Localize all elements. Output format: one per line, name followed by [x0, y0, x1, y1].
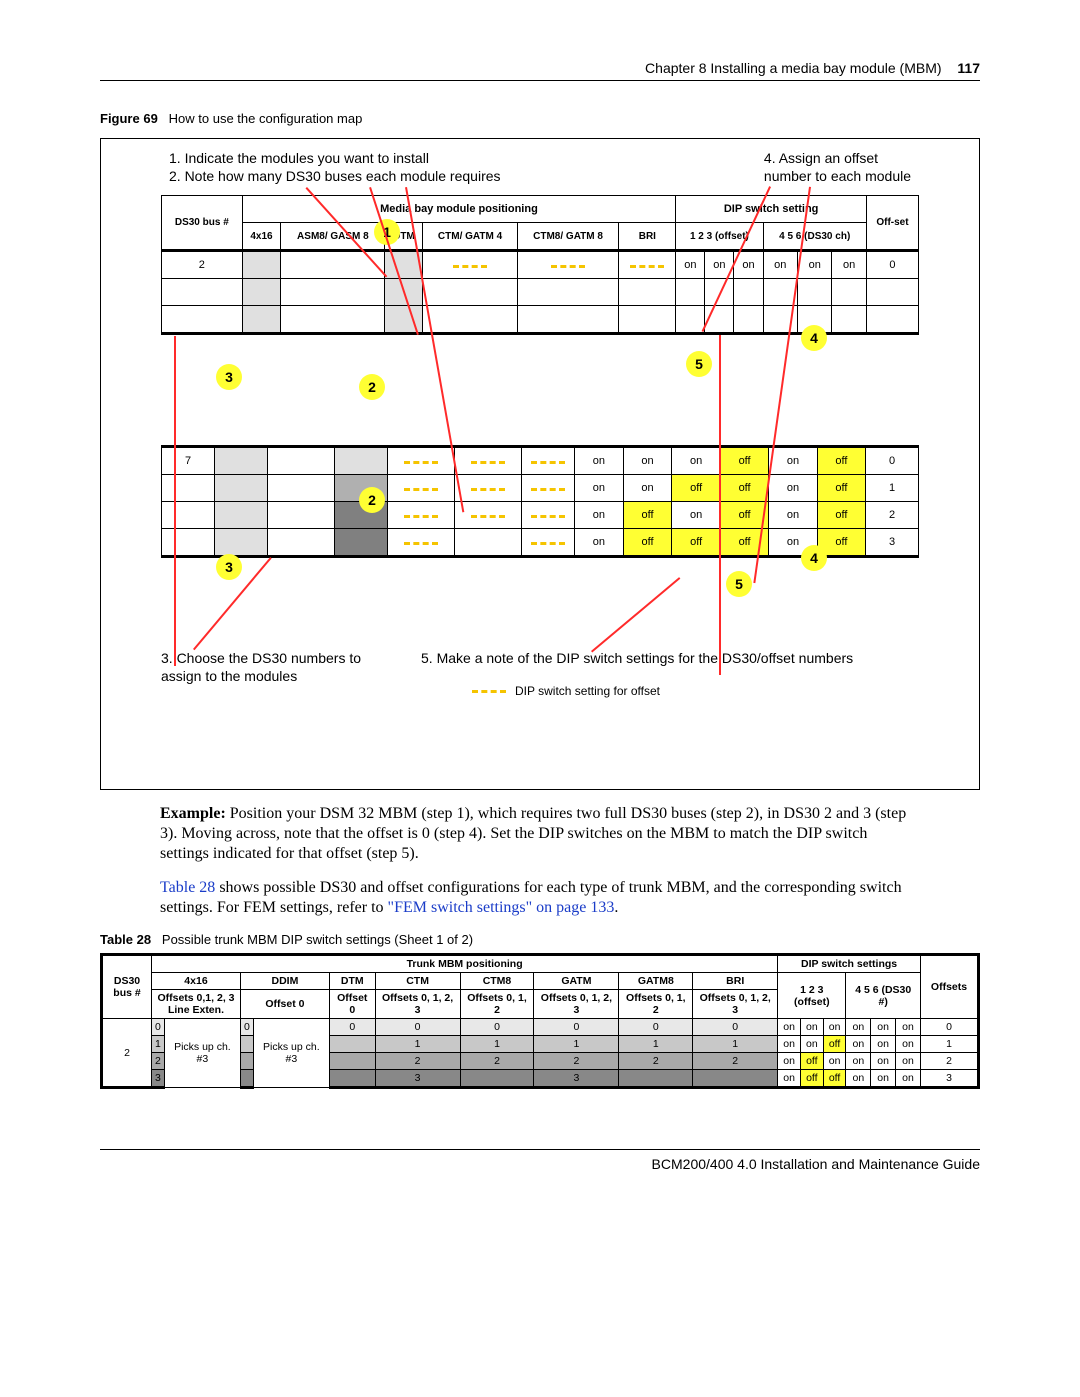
- example-body: Position your DSM 32 MBM (step 1), which…: [160, 805, 906, 862]
- t28-offsets: Offsets: [921, 955, 979, 1019]
- fem-link[interactable]: "FEM switch settings" on page 133: [388, 899, 615, 916]
- hdr-4x16: 4x16: [242, 223, 281, 251]
- hdr-dip: DIP switch setting: [676, 196, 867, 223]
- bubble-3-bot: 3: [216, 554, 242, 580]
- cfg-row-2: 2 ononon ononon 0: [162, 251, 919, 279]
- table28-label: Table 28: [100, 932, 151, 947]
- hdr-offset: Off-set: [866, 196, 918, 251]
- figure69-title: Figure 69 How to use the configuration m…: [100, 111, 980, 126]
- bubble-2-top: 2: [359, 374, 385, 400]
- footer-text: BCM200/400 4.0 Installation and Maintena…: [100, 1156, 980, 1172]
- hdr-ctm4: CTM/ GATM 4: [423, 223, 517, 251]
- arrow-step3-v: [175, 336, 177, 666]
- cfg-row-7-1: ononoff offonoff 1: [162, 475, 919, 502]
- table28-ref[interactable]: Table 28: [160, 879, 215, 896]
- hdr-mbm-pos: Media bay module positioning: [242, 196, 676, 223]
- t28-row-0: 2 0 Picks up ch. #3 0 Picks up ch. #3 0 …: [102, 1019, 979, 1036]
- page-number: 117: [957, 60, 980, 76]
- t28-dip: DIP switch settings: [778, 955, 921, 973]
- header-rule: [100, 80, 980, 81]
- t28-trunk: Trunk MBM positioning: [152, 955, 778, 973]
- legend-dip-offset: DIP switch setting for offset: [471, 684, 660, 698]
- steps-12: 1. Indicate the modules you want to inst…: [169, 149, 501, 185]
- step1-text: 1. Indicate the modules you want to inst…: [169, 149, 501, 167]
- example-paragraph: Example: Position your DSM 32 MBM (step …: [160, 804, 920, 864]
- cfg-row-7-0: 7 ononon offonoff 0: [162, 447, 919, 475]
- step4-text: 4. Assign an offset number to each modul…: [764, 149, 911, 185]
- cfg-row-7-2: onoffon offonoff 2: [162, 502, 919, 529]
- hdr-ctm8: CTM8/ GATM 8: [517, 223, 619, 251]
- chapter-title: Chapter 8 Installing a media bay module …: [645, 60, 941, 76]
- step5-text: 5. Make a note of the DIP switch setting…: [421, 649, 853, 667]
- page-header: Chapter 8 Installing a media bay module …: [100, 60, 980, 76]
- table28: DS30 bus # Trunk MBM positioning DIP swi…: [100, 953, 980, 1089]
- config-table-bus7: 7 ononon offonoff 0 ononoff offonoff 1 o…: [161, 445, 919, 558]
- figure69-diagram: 1. Indicate the modules you want to inst…: [100, 138, 980, 790]
- t28-ds30: DS30 bus #: [102, 955, 152, 1019]
- table28-title: Table 28 Possible trunk MBM DIP switch s…: [100, 932, 980, 947]
- bubble-2-bot: 2: [359, 487, 385, 513]
- hdr-bri: BRI: [619, 223, 676, 251]
- table28-ref-paragraph: Table 28 shows possible DS30 and offset …: [160, 878, 920, 918]
- step2-text: 2. Note how many DS30 buses each module …: [169, 167, 501, 185]
- step3-text: 3. Choose the DS30 numbers to assign to …: [161, 649, 361, 685]
- bubble-3-top: 3: [216, 364, 242, 390]
- hdr-asm8: ASM8/ GASM 8: [281, 223, 385, 251]
- table28-caption: Possible trunk MBM DIP switch settings (…: [162, 932, 473, 947]
- arrow-step5-v: [720, 335, 722, 675]
- footer-rule: [100, 1149, 980, 1150]
- figure69-caption: How to use the configuration map: [169, 111, 363, 126]
- bubble-4-top: 4: [801, 325, 827, 351]
- arrow-step5a: [591, 577, 680, 652]
- hdr-sw456: 4 5 6 (DS30 ch): [763, 223, 866, 251]
- bubble-5-bot: 5: [726, 571, 752, 597]
- cfg-row-blank-a: [162, 279, 919, 306]
- hdr-ds30: DS30 bus #: [162, 196, 243, 251]
- example-label: Example:: [160, 805, 226, 822]
- figure69-label: Figure 69: [100, 111, 158, 126]
- bubble-4-bot: 4: [801, 545, 827, 571]
- bubble-5-top: 5: [686, 351, 712, 377]
